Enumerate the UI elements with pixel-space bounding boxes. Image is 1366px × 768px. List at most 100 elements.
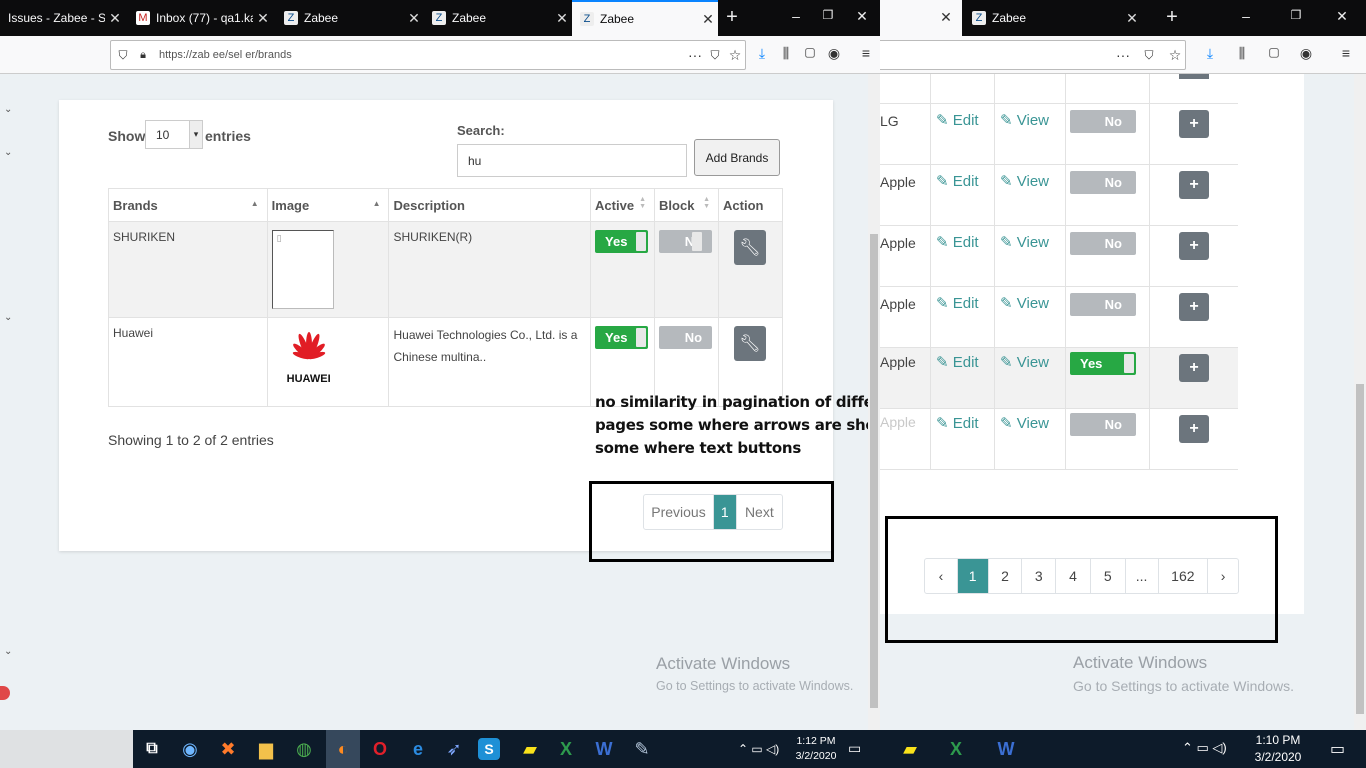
chevron-down-icon[interactable]: ⌄: [4, 312, 12, 323]
excel-icon[interactable]: X: [552, 735, 580, 763]
word-icon[interactable]: W: [992, 735, 1020, 763]
opera-icon[interactable]: O: [366, 735, 394, 763]
account-icon[interactable]: ◉: [1296, 45, 1316, 62]
search-label: Search:: [457, 123, 505, 138]
sticky-notes-icon[interactable]: ▰: [516, 735, 544, 763]
brands-table: Brands ▲ Image ▲ Description Active ▲ ▼ Bloc…: [108, 188, 783, 407]
address-bar[interactable]: ⛉ 🔒︎ https://zab ee/sel er/brands ··· ⛉ …: [110, 40, 746, 70]
scrollbar[interactable]: [868, 74, 880, 730]
close-tab-icon[interactable]: ✕: [105, 10, 125, 27]
bookmark-star-icon[interactable]: ☆: [725, 47, 745, 64]
task-view-icon[interactable]: ⧉: [138, 735, 166, 763]
block-toggle[interactable]: No: [659, 326, 713, 349]
tab-zabee-1[interactable]: Z Zabee ✕: [276, 0, 424, 36]
sidebar-icon[interactable]: ▢: [800, 45, 820, 59]
active-toggle[interactable]: Yes: [595, 326, 649, 349]
annotation-note: no similarity in pagination of different…: [595, 393, 880, 457]
close-tab-icon[interactable]: ✕: [936, 9, 956, 26]
close-window-icon[interactable]: ✕: [1332, 8, 1352, 25]
menu-icon[interactable]: ≡: [1336, 45, 1356, 61]
address-bar[interactable]: ··· ⛉ ☆: [880, 40, 1186, 70]
account-icon[interactable]: ◉: [824, 45, 844, 62]
skype-icon[interactable]: S: [478, 738, 500, 760]
table-row: LG ✎ Edit ✎ View No +: [880, 104, 1238, 165]
app-icon[interactable]: ➶: [440, 735, 468, 763]
tab-zabee[interactable]: Z Zabee ✕: [964, 0, 1142, 36]
wrench-icon[interactable]: 🔧︎: [734, 230, 767, 265]
plus-icon[interactable]: +: [1179, 171, 1209, 199]
tab-zabee-2[interactable]: Z Zabee ✕: [424, 0, 572, 36]
file-explorer-icon[interactable]: ▆: [252, 735, 280, 763]
table-row: SHURIKEN ▯ SHURIKEN(R) Yes No 🔧︎: [108, 221, 783, 318]
scrollbar[interactable]: [1354, 74, 1366, 730]
scrollbar-thumb[interactable]: [870, 234, 878, 708]
column-header-description[interactable]: Description: [388, 188, 592, 222]
page-actions-icon[interactable]: ···: [1113, 47, 1133, 63]
column-header-image[interactable]: Image ▲: [266, 188, 390, 222]
word-icon[interactable]: W: [590, 735, 618, 763]
close-tab-icon[interactable]: ✕: [552, 10, 572, 27]
tab-issues[interactable]: Issues - Zabee - Smartm✕: [0, 0, 125, 36]
zabee-favicon: Z: [284, 11, 298, 25]
clock[interactable]: 1:12 PM 3/2/2020: [795, 734, 837, 764]
tab-zabee-active[interactable]: Z Zabee ✕: [572, 0, 718, 36]
plus-icon[interactable]: +: [1179, 293, 1209, 321]
sticky-notes-icon[interactable]: ▰: [896, 735, 924, 763]
tray-icons[interactable]: ⌃ ▭ ◁): [1182, 740, 1227, 756]
chevron-down-icon[interactable]: ⌄: [4, 646, 12, 657]
xampp-icon[interactable]: ✖: [214, 735, 242, 763]
minimize-icon[interactable]: –: [786, 8, 806, 24]
library-icon[interactable]: ⫼: [1232, 45, 1252, 62]
plus-icon[interactable]: +: [1179, 110, 1209, 138]
action-cell: 🔧︎: [718, 221, 783, 318]
new-tab-icon[interactable]: +: [1162, 6, 1182, 29]
excel-icon[interactable]: X: [942, 735, 970, 763]
tray-icons[interactable]: ⌃ ▭ ◁): [738, 742, 779, 756]
edge-icon[interactable]: e: [404, 735, 432, 763]
chevron-down-icon[interactable]: ⌄: [4, 104, 12, 115]
plus-icon[interactable]: +: [1179, 232, 1209, 260]
close-tab-icon[interactable]: ✕: [1122, 10, 1142, 27]
paint-icon[interactable]: ✎: [628, 735, 656, 763]
close-tab-icon[interactable]: ✕: [404, 10, 424, 27]
downloads-icon[interactable]: ⤓: [1200, 45, 1220, 62]
sidebar-icon[interactable]: ▢: [1264, 45, 1284, 59]
bookmark-star-icon[interactable]: ☆: [1165, 47, 1185, 64]
menu-icon[interactable]: ≡: [856, 45, 876, 61]
activate-windows-title: Activate Windows: [1073, 653, 1208, 672]
scrollbar-thumb[interactable]: [1356, 384, 1364, 714]
tab-partial[interactable]: ✕: [880, 0, 962, 36]
pocket-icon[interactable]: ⛉: [705, 48, 725, 63]
column-header-block[interactable]: Block ▲ ▼: [654, 188, 720, 222]
entries-select[interactable]: 10 ▾: [145, 120, 203, 149]
minimize-icon[interactable]: –: [1236, 8, 1256, 24]
restore-icon[interactable]: ❐: [818, 8, 838, 22]
page-actions-icon[interactable]: ···: [685, 47, 705, 63]
library-icon[interactable]: ⫼: [776, 45, 796, 62]
column-header-brands[interactable]: Brands ▲: [108, 188, 268, 222]
plus-icon[interactable]: +: [1179, 354, 1209, 382]
active-toggle[interactable]: Yes: [595, 230, 649, 253]
downloads-icon[interactable]: ⤓: [752, 45, 772, 62]
pocket-icon[interactable]: ⛉: [1139, 48, 1159, 63]
close-tab-icon[interactable]: ✕: [698, 11, 718, 28]
search-input[interactable]: hu: [457, 144, 687, 177]
block-toggle[interactable]: No: [659, 230, 713, 253]
close-window-icon[interactable]: ✕: [852, 8, 872, 25]
nav-bar: ··· ⛉ ☆ ⤓ ⫼ ▢ ◉ ≡: [880, 36, 1366, 74]
notification-icon[interactable]: ▭: [848, 740, 861, 757]
new-tab-icon[interactable]: +: [722, 6, 742, 29]
notification-icon[interactable]: ▭: [1330, 739, 1345, 759]
column-header-active[interactable]: Active ▲ ▼: [590, 188, 656, 222]
clock[interactable]: 1:10 PM 3/2/2020: [1250, 732, 1306, 766]
firefox-icon[interactable]: ◐: [326, 730, 360, 768]
chevron-down-icon[interactable]: ⌄: [4, 147, 12, 158]
tab-inbox[interactable]: MInbox (77) - qa1.kaygees✕: [128, 0, 273, 36]
globe-icon[interactable]: ◉: [176, 735, 204, 763]
chrome-icon[interactable]: ◍: [290, 735, 318, 763]
plus-icon[interactable]: +: [1179, 415, 1209, 443]
add-brands-button[interactable]: Add Brands: [694, 139, 780, 176]
restore-icon[interactable]: ❐: [1286, 8, 1306, 22]
close-tab-icon[interactable]: ✕: [253, 10, 273, 27]
wrench-icon[interactable]: 🔧︎: [734, 326, 767, 361]
